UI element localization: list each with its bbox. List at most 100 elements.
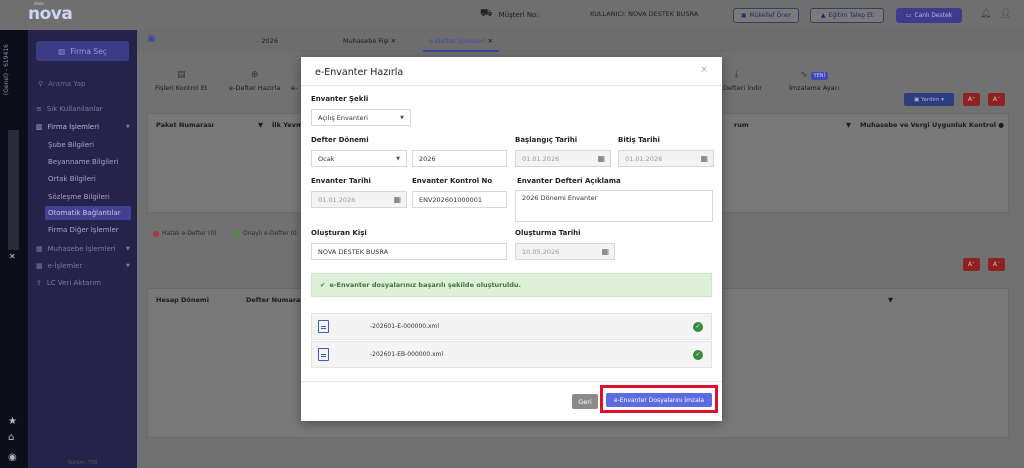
- sidebar-item-muhasebe[interactable]: ▦ Muhasebe İşlemleri ▼: [36, 245, 130, 253]
- imzalama-ayari-button[interactable]: ∿ YENİ İmzalama Ayarı: [789, 70, 839, 92]
- olusturan-kisi-input[interactable]: NOVA DESTEK BUSRA: [311, 243, 507, 260]
- file-icon: [318, 348, 329, 361]
- tab-year[interactable]: - 2026: [257, 37, 278, 45]
- egitim-talep-button[interactable]: ▲ Eğitim Talep Et: [810, 8, 884, 23]
- sidebar-item-lc-veri[interactable]: ⇪ LC Veri Aktarım: [36, 279, 101, 287]
- font-increase-button[interactable]: A⁺: [963, 93, 980, 106]
- font-decrease-button[interactable]: A⁻: [988, 93, 1005, 106]
- col-paket-numarasi[interactable]: Paket Numarası: [156, 121, 214, 129]
- fisleri-kontrol-button[interactable]: ▤ Fişleri Kontrol Et: [155, 70, 207, 92]
- aciklama-textarea[interactable]: 2026 Dönemi Envanter: [515, 190, 713, 222]
- calendar-icon[interactable]: ▦: [597, 154, 605, 163]
- file-row[interactable]: -202601-EB-000000.xml ✓: [311, 341, 712, 368]
- envanter-sekli-select[interactable]: Açılış Envanteri ▼: [311, 109, 411, 126]
- close-icon[interactable]: ✕: [488, 37, 493, 45]
- building-icon: ▥: [58, 46, 66, 56]
- baslangic-tarihi-field[interactable]: 01.01.2026 ▦: [515, 150, 611, 167]
- bank-icon[interactable]: ⌂: [8, 432, 14, 443]
- sidebar-sub-beyanname[interactable]: Beyanname Bilgileri: [48, 158, 118, 166]
- firma-sec-label: Firma Seç: [70, 46, 107, 56]
- col-partial[interactable]: rum: [734, 121, 749, 129]
- info-icon: ●: [998, 121, 1004, 129]
- modal-header-divider: [301, 85, 722, 86]
- kontrol-no-input[interactable]: ENV202601000001: [412, 191, 507, 208]
- check-icon: ✓: [693, 349, 703, 360]
- sidebar-item-e-islemler[interactable]: ▦ e-İşlemler ▼: [36, 262, 130, 270]
- font-decrease-button-2[interactable]: A⁻: [988, 258, 1005, 271]
- file-row[interactable]: -202601-E-000000.xml ✓: [311, 313, 712, 340]
- bell-icon[interactable]: 🔔︎: [980, 9, 991, 19]
- olusturma-tarihi-field[interactable]: 10.05.2026 ▦: [515, 243, 615, 260]
- graduation-icon: ▲: [820, 12, 826, 19]
- filter-icon[interactable]: ▼: [846, 121, 851, 129]
- defter-donemi-label: Defter Dönemi: [311, 136, 369, 144]
- col-label: Muhasebe ve Vergi Uygunluk Kontrol: [860, 121, 996, 129]
- legend-label: Hatalı e-Defter (0): [162, 230, 217, 237]
- sidebar-item-label: LC Veri Aktarım: [46, 279, 102, 287]
- calendar-icon[interactable]: ▦: [601, 247, 609, 256]
- bitis-tarihi-field[interactable]: 01.01.2026 ▦: [618, 150, 714, 167]
- sidebar-item-firma-islemleri[interactable]: ▥ Firma İşlemleri ▼: [36, 123, 130, 131]
- sidebar-item-label: e-İşlemler: [47, 262, 83, 270]
- client-label: Müşteri No:: [498, 10, 539, 19]
- close-icon[interactable]: ×: [700, 65, 708, 75]
- calendar-icon[interactable]: ▦: [393, 195, 401, 204]
- tab-e-defter[interactable]: e-Defter İşlemleri ✕: [429, 37, 493, 45]
- defter-donemi-month-select[interactable]: Ocak ▼: [311, 150, 407, 167]
- aciklama-label: Envanter Defteri Açıklama: [517, 177, 621, 185]
- toolbar-partial-button[interactable]: e-: [291, 70, 297, 92]
- green-dot-icon: [234, 230, 240, 237]
- toolbar-icon: [291, 70, 297, 80]
- firm-icon[interactable]: ▣: [147, 34, 156, 44]
- font-increase-button-2[interactable]: A⁺: [963, 258, 980, 271]
- sign-files-button[interactable]: e-Envanter Dosyalarını İmzala: [606, 393, 712, 407]
- close-icon[interactable]: ✕: [391, 37, 396, 45]
- filter-icon[interactable]: ▼: [258, 121, 263, 129]
- e-defter-hazirla-button[interactable]: ⊕ e-Defter Hazırla: [229, 70, 280, 92]
- building-icon: ▥: [36, 123, 43, 131]
- baslangic-tarihi-value: 01.01.2026: [522, 154, 560, 163]
- defter-donemi-year-input[interactable]: 2026: [412, 150, 507, 167]
- calendar-icon[interactable]: ▦: [700, 154, 708, 163]
- sidebar-item-favorites[interactable]: ≡ Sık Kullanılanlar: [36, 105, 103, 113]
- rail-scrollbar[interactable]: [8, 130, 19, 250]
- user-icon[interactable]: 👤︎: [1000, 9, 1011, 19]
- envanter-sekli-label: Envanter Şekli: [311, 95, 369, 103]
- star-icon[interactable]: ★: [8, 416, 17, 427]
- sidebar-sub-diger[interactable]: Firma Diğer İşlemler: [48, 226, 119, 234]
- egitim-talep-label: Eğitim Talep Et: [828, 12, 874, 19]
- close-icon[interactable]: ✕: [9, 252, 16, 261]
- col-ilk-yevm[interactable]: İlk Yevm: [272, 121, 303, 129]
- col-defter-numarasi[interactable]: Defter Numarası: [246, 296, 307, 304]
- sidebar: ▥ Firma Seç ⚲ Arama Yap ≡ Sık Kullanılan…: [28, 30, 137, 468]
- help-button[interactable]: ▣ Yardım ▾: [904, 93, 954, 106]
- help-label: Yardım: [920, 96, 940, 103]
- sidebar-sub-otomatik[interactable]: Otomatik Bağlantılar: [48, 209, 121, 217]
- sidebar-sub-ortak[interactable]: Ortak Bilgileri: [48, 175, 96, 183]
- olusturan-kisi-label: Oluşturan Kişi: [311, 229, 367, 237]
- nova-logo[interactable]: nova: [28, 4, 73, 24]
- user-label: KULLANICI: NOVA DESTEK BUSRA: [590, 10, 699, 18]
- chevron-down-icon: ▼: [126, 124, 130, 130]
- red-dot-icon: [153, 230, 159, 237]
- canli-destek-button[interactable]: ▭ Canlı Destek: [896, 8, 962, 23]
- sidebar-sub-sozlesme[interactable]: Sözleşme Bilgileri: [48, 193, 110, 201]
- modal-title: e-Envanter Hazırla: [315, 67, 404, 78]
- search-input[interactable]: ⚲ Arama Yap: [38, 80, 85, 88]
- file-icon: [318, 320, 329, 333]
- back-button[interactable]: Geri: [572, 394, 598, 409]
- new-badge: YENİ: [810, 72, 828, 80]
- sidebar-sub-sube[interactable]: Şube Bilgileri: [48, 141, 94, 149]
- file-name: -202601-E-000000.xml: [370, 323, 440, 330]
- circle-logo-icon[interactable]: ◉: [8, 452, 17, 463]
- col-hesap-donemi[interactable]: Hesap Dönemi: [156, 296, 209, 304]
- list-icon: ≡: [36, 105, 42, 113]
- baslangic-tarihi-label: Başlangıç Tarihi: [515, 136, 578, 144]
- mukellef-oner-button[interactable]: ▣ Mükellef Öner: [733, 8, 799, 23]
- firma-sec-button[interactable]: ▥ Firma Seç: [36, 41, 129, 61]
- tab-muhasebe-fisi[interactable]: Muhasebe Fişi ✕: [343, 37, 396, 45]
- envanter-tarihi-field[interactable]: 01.01.2026 ▦: [311, 191, 407, 208]
- grid-icon: ▦: [36, 262, 43, 270]
- col-uygunluk[interactable]: Muhasebe ve Vergi Uygunluk Kontrol ●: [860, 121, 1004, 129]
- filter-icon[interactable]: ▼: [888, 296, 893, 304]
